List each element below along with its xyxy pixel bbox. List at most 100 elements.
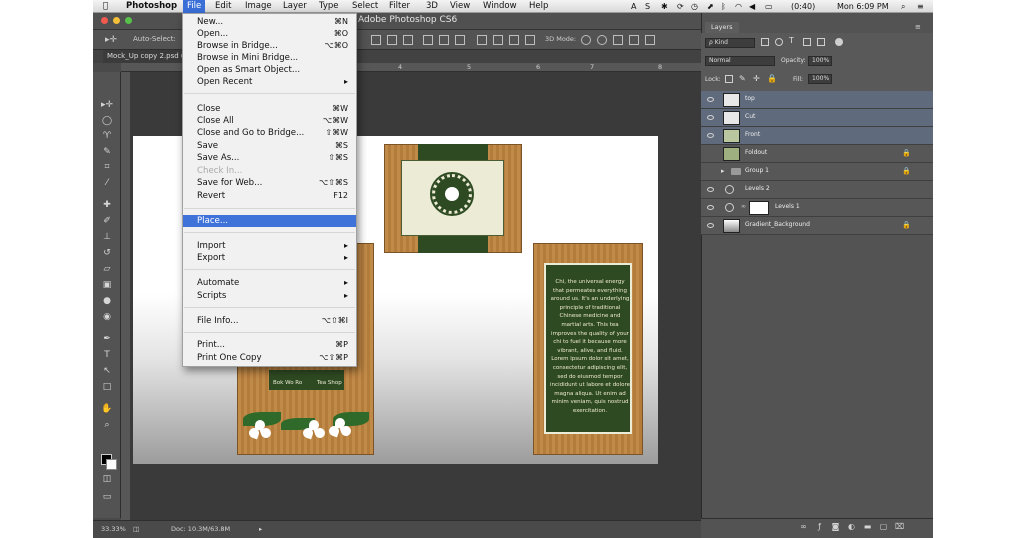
menu-item-place[interactable]: Place... xyxy=(183,215,356,227)
3d-rotate-icon[interactable] xyxy=(581,35,591,45)
link-layers-icon[interactable]: ∞ xyxy=(799,522,808,531)
battery-icon[interactable]: ▭ xyxy=(765,0,773,13)
history-brush-tool-icon[interactable]: ↺ xyxy=(101,248,113,259)
screen-mode-icon[interactable]: ▭ xyxy=(101,492,113,503)
menu-item-import[interactable]: Import ▸ xyxy=(183,240,356,252)
3d-scale-icon[interactable] xyxy=(645,35,655,45)
distribute-center-icon[interactable] xyxy=(493,35,503,45)
chain-link-icon[interactable]: ∞ xyxy=(741,203,746,210)
clone-stamp-tool-icon[interactable]: ⊥ xyxy=(101,232,113,243)
layer-row-cut[interactable]: Cut xyxy=(701,109,933,127)
sync-icon[interactable]: ⟳ xyxy=(677,0,684,13)
layer-filter-kind[interactable]: ρ Kind xyxy=(705,38,755,48)
layer-row-top[interactable]: top xyxy=(701,91,933,109)
menu-type[interactable]: Type xyxy=(319,0,339,13)
lasso-tool-icon[interactable]: ♈ xyxy=(101,131,113,142)
align-left-icon[interactable] xyxy=(423,35,433,45)
auto-select-checkbox[interactable]: Auto-Select: xyxy=(133,35,176,43)
panel-menu-icon[interactable]: ≡ xyxy=(915,23,921,31)
wifi-icon[interactable]: ◠ xyxy=(735,0,742,13)
menu-item-save-as[interactable]: Save As... ⇧⌘S xyxy=(183,152,356,164)
type-tool-icon[interactable]: T xyxy=(101,350,113,361)
lock-all-icon[interactable]: 🔒 xyxy=(767,74,777,83)
menu-item-save-for-web[interactable]: Save for Web... ⌥⇧⌘S xyxy=(183,177,356,189)
pen-tool-icon[interactable]: ✒ xyxy=(101,334,113,345)
cast-icon[interactable]: ⬈ xyxy=(707,0,714,13)
menu-filter[interactable]: Filter xyxy=(389,0,410,13)
spotlight-icon[interactable]: ⌕ xyxy=(901,0,905,13)
filter-smart-object-icon[interactable] xyxy=(817,38,825,46)
menu-help[interactable]: Help xyxy=(529,0,548,13)
menu-item-save[interactable]: Save ⌘S xyxy=(183,140,356,152)
menu-item-close[interactable]: Close ⌘W xyxy=(183,103,356,115)
menu-item-print-one-copy[interactable]: Print One Copy ⌥⇧⌘P xyxy=(183,352,356,364)
notification-center-icon[interactable]: ≡ xyxy=(917,0,924,13)
zoom-window-icon[interactable] xyxy=(125,17,132,24)
layers-panel-tab[interactable]: Layers xyxy=(705,22,739,33)
eyedropper-tool-icon[interactable]: ⁄ xyxy=(101,178,113,189)
menu-item-open-smart-object[interactable]: Open as Smart Object... xyxy=(183,64,356,76)
visibility-eye-icon[interactable] xyxy=(707,205,714,210)
align-vcenter-icon[interactable] xyxy=(387,35,397,45)
menu-item-export[interactable]: Export ▸ xyxy=(183,252,356,264)
menu-item-open-recent[interactable]: Open Recent ▸ xyxy=(183,76,356,88)
gradient-tool-icon[interactable]: ▣ xyxy=(101,280,113,291)
align-top-icon[interactable] xyxy=(371,35,381,45)
delete-layer-icon[interactable]: ⌧ xyxy=(895,522,904,531)
menu-image[interactable]: Image xyxy=(245,0,272,13)
blur-tool-icon[interactable]: ● xyxy=(101,296,113,307)
hand-tool-icon[interactable]: ✋ xyxy=(101,404,113,415)
menu-item-new[interactable]: New... ⌘N xyxy=(183,16,356,28)
menu-item-revert[interactable]: Revert F12 xyxy=(183,190,356,202)
status-menu-arrow-icon[interactable]: ▸ xyxy=(259,525,262,533)
lock-transparent-icon[interactable] xyxy=(725,75,733,83)
add-mask-icon[interactable]: ◙ xyxy=(831,522,840,531)
minimize-window-icon[interactable] xyxy=(113,17,120,24)
zoom-tool-icon[interactable]: ⌕ xyxy=(101,420,113,431)
menu-item-print[interactable]: Print... ⌘P xyxy=(183,339,356,351)
filter-shape-icon[interactable] xyxy=(803,38,811,46)
move-tool-preset-icon[interactable]: ▸✛ xyxy=(105,35,117,45)
new-adjustment-layer-icon[interactable]: ◐ xyxy=(847,522,856,531)
menu-item-open[interactable]: Open... ⌘O xyxy=(183,28,356,40)
layer-row-levels-2[interactable]: Levels 2 xyxy=(701,181,933,199)
layer-row-foldout[interactable]: Foldout 🔒 xyxy=(701,145,933,163)
distribute-top-icon[interactable] xyxy=(477,35,487,45)
menu-select[interactable]: Select xyxy=(352,0,378,13)
quick-select-tool-icon[interactable]: ✎ xyxy=(101,147,113,158)
bluetooth-status-icon[interactable]: ᛒ xyxy=(721,0,726,13)
new-layer-icon[interactable]: ▢ xyxy=(879,522,888,531)
menu-item-close-go-bridge[interactable]: Close and Go to Bridge... ⇧⌘W xyxy=(183,127,356,139)
menu-item-browse-mini-bridge[interactable]: Browse in Mini Bridge... xyxy=(183,52,356,64)
app-menu[interactable]: Photoshop xyxy=(126,0,177,13)
menu-3d[interactable]: 3D xyxy=(426,0,438,13)
menu-view[interactable]: View xyxy=(450,0,470,13)
layer-row-levels-1[interactable]: ∞ Levels 1 xyxy=(701,199,933,217)
menu-file[interactable]: File xyxy=(183,0,206,13)
layer-style-icon[interactable]: ƒ xyxy=(815,522,824,531)
s-tray-icon[interactable]: S xyxy=(645,0,650,13)
adobe-tray-icon[interactable]: A xyxy=(631,0,636,13)
move-tool-icon[interactable]: ▸✛ xyxy=(101,100,113,111)
visibility-eye-icon[interactable] xyxy=(707,223,714,228)
3d-roll-icon[interactable] xyxy=(597,35,607,45)
3d-slide-icon[interactable] xyxy=(629,35,639,45)
marquee-tool-icon[interactable]: ◯ xyxy=(101,116,113,127)
blend-mode-select[interactable]: Normal xyxy=(705,56,775,66)
menu-window[interactable]: Window xyxy=(483,0,517,13)
distribute-left-icon[interactable] xyxy=(525,35,535,45)
align-hcenter-icon[interactable] xyxy=(439,35,449,45)
timemachine-icon[interactable]: ◷ xyxy=(691,0,698,13)
new-group-icon[interactable]: ▬ xyxy=(863,522,872,531)
dodge-tool-icon[interactable]: ◉ xyxy=(101,312,113,323)
bluetooth-icon[interactable]: ✱ xyxy=(661,0,668,13)
visibility-eye-icon[interactable] xyxy=(707,133,714,138)
quick-mask-icon[interactable]: ◫ xyxy=(101,474,113,485)
filter-pixel-icon[interactable] xyxy=(761,38,769,46)
menu-item-browse-bridge[interactable]: Browse in Bridge... ⌥⌘O xyxy=(183,40,356,52)
align-bottom-icon[interactable] xyxy=(403,35,413,45)
background-color-swatch[interactable] xyxy=(106,459,117,470)
filter-toggle-icon[interactable] xyxy=(835,38,843,46)
distribute-bottom-icon[interactable] xyxy=(509,35,519,45)
fill-field[interactable]: 100% xyxy=(808,74,832,84)
